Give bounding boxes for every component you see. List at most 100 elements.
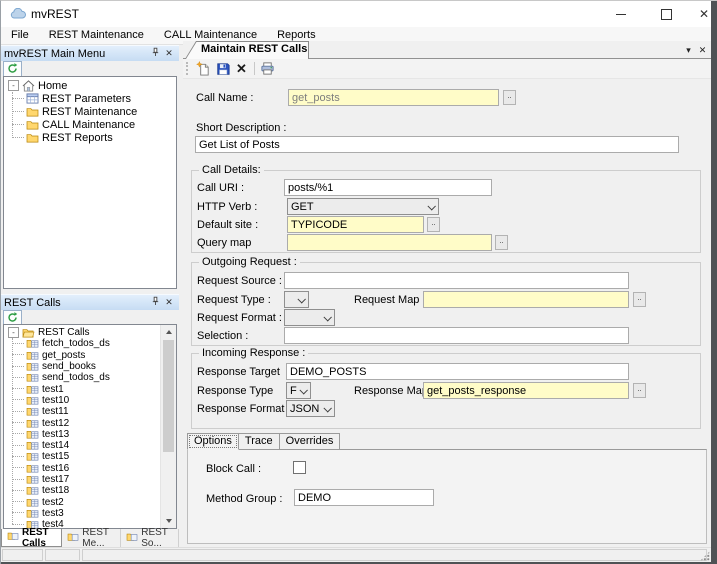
folder-grid-icon xyxy=(26,361,39,372)
request-source-input[interactable] xyxy=(284,272,629,289)
new-call-button[interactable] xyxy=(194,60,213,77)
tree-item-rest-call[interactable]: test13 xyxy=(4,429,176,440)
main-menu-panel-title: mvREST Main Menu xyxy=(4,48,148,60)
tree-item-rest-call[interactable]: test11 xyxy=(4,406,176,417)
http-verb-select[interactable]: GET xyxy=(287,198,439,215)
print-button[interactable] xyxy=(258,60,277,77)
tree-item-home[interactable]: - Home xyxy=(4,79,176,92)
main-menu-close-icon[interactable]: ✕ xyxy=(162,47,176,60)
tree-item-rest-call[interactable]: test2 xyxy=(4,496,176,507)
tab-list-dropdown-icon[interactable]: ▾ xyxy=(682,44,695,57)
status-cell xyxy=(2,549,43,561)
tree-item-rest-call[interactable]: test14 xyxy=(4,440,176,451)
tree-item-rest-call[interactable]: test18 xyxy=(4,485,176,496)
scrollbar-thumb[interactable] xyxy=(163,340,174,452)
delete-call-button[interactable]: ✕ xyxy=(232,60,251,77)
short-description-input[interactable] xyxy=(195,136,679,153)
menu-file[interactable]: File xyxy=(1,27,39,44)
menu-rest-maintenance[interactable]: REST Maintenance xyxy=(39,27,154,44)
default-site-browse-button[interactable]: .. xyxy=(427,217,440,232)
tree-item-label: test12 xyxy=(42,418,69,429)
tree-item-rest-call[interactable]: test1 xyxy=(4,383,176,394)
query-map-input[interactable] xyxy=(287,234,492,251)
dock-tab-rest-me[interactable]: REST Me... xyxy=(62,529,121,547)
save-call-button[interactable] xyxy=(213,60,232,77)
delete-icon: ✕ xyxy=(236,61,247,77)
tree-item-rest-call[interactable]: fetch_todos_ds xyxy=(4,338,176,349)
query-map-browse-button[interactable]: .. xyxy=(495,235,508,250)
request-map-browse-button[interactable]: .. xyxy=(633,292,646,307)
tree-item-label: test11 xyxy=(42,406,69,417)
tree-item-call-maintenance[interactable]: CALL Maintenance xyxy=(4,118,176,131)
status-bar xyxy=(1,547,711,563)
response-map-label: Response Map xyxy=(354,385,428,397)
rest-calls-close-icon[interactable]: ✕ xyxy=(162,296,176,309)
refresh-button[interactable] xyxy=(3,61,22,77)
pin-icon[interactable] xyxy=(148,296,162,309)
minimize-button[interactable] xyxy=(606,5,636,23)
call-details-title: Call Details: xyxy=(199,164,264,176)
pin-icon[interactable] xyxy=(148,47,162,60)
collapse-icon[interactable]: - xyxy=(8,327,19,338)
response-map-browse-button[interactable]: .. xyxy=(633,383,646,398)
response-target-label: Response Target xyxy=(197,366,280,378)
response-type-select[interactable]: F xyxy=(286,382,311,399)
request-format-select[interactable] xyxy=(284,309,335,326)
collapse-icon[interactable]: - xyxy=(8,80,19,91)
tree-item-rest-call[interactable]: send_todos_ds xyxy=(4,372,176,383)
response-target-input[interactable] xyxy=(286,363,629,380)
dock-tab-strip: REST Calls REST Me... REST So... xyxy=(1,529,179,547)
dock-tab-label: REST Me... xyxy=(82,527,115,549)
block-call-checkbox[interactable] xyxy=(293,461,306,474)
tree-item-label: send_books xyxy=(42,361,96,372)
http-verb-value: GET xyxy=(291,201,314,213)
tree-item-rest-reports[interactable]: REST Reports xyxy=(4,131,176,144)
tree-item-rest-call[interactable]: test12 xyxy=(4,417,176,428)
tree-item-rest-call[interactable]: test15 xyxy=(4,451,176,462)
tree-item-label: test3 xyxy=(42,508,64,519)
request-map-label: Request Map : xyxy=(354,294,426,306)
print-icon xyxy=(260,61,275,76)
folder-grid-icon xyxy=(26,384,39,395)
dock-tab-rest-calls[interactable]: REST Calls xyxy=(1,529,62,547)
tab-close-icon[interactable]: ✕ xyxy=(696,44,709,57)
call-name-input[interactable] xyxy=(288,89,499,106)
tree-item-rest-call[interactable]: test3 xyxy=(4,508,176,519)
tree-scrollbar[interactable] xyxy=(160,325,176,528)
tree-item-label: test10 xyxy=(42,395,69,406)
tree-item-rest-call[interactable]: test17 xyxy=(4,474,176,485)
default-site-input[interactable] xyxy=(287,216,424,233)
response-type-label: Response Type xyxy=(197,385,273,397)
tree-item-rest-call[interactable]: test10 xyxy=(4,395,176,406)
method-group-input[interactable] xyxy=(294,489,434,506)
tab-options[interactable]: Options xyxy=(187,433,239,450)
folder-icon xyxy=(26,119,39,130)
new-document-icon xyxy=(196,61,211,76)
selection-input[interactable] xyxy=(284,327,629,344)
tree-item-rest-call[interactable]: send_books xyxy=(4,361,176,372)
tree-root-rest-calls[interactable]: - REST Calls xyxy=(4,327,176,338)
folder-grid-icon xyxy=(26,474,39,485)
response-map-input[interactable] xyxy=(423,382,629,399)
scroll-down-icon[interactable] xyxy=(161,514,176,528)
tab-overrides[interactable]: Overrides xyxy=(280,433,341,450)
tab-maintain-rest-calls[interactable]: Maintain REST Calls xyxy=(185,41,309,59)
scroll-up-icon[interactable] xyxy=(161,325,176,339)
folder-grid-icon xyxy=(26,429,39,440)
tree-item-rest-call[interactable]: get_posts xyxy=(4,350,176,361)
call-name-browse-button[interactable]: .. xyxy=(503,90,516,105)
request-map-input[interactable] xyxy=(423,291,629,308)
tree-item-rest-parameters[interactable]: REST Parameters xyxy=(4,92,176,105)
call-uri-input[interactable] xyxy=(284,179,492,196)
maximize-button[interactable] xyxy=(651,5,681,23)
response-type-value: F xyxy=(290,385,297,397)
dock-tab-rest-so[interactable]: REST So... xyxy=(121,529,179,547)
chevron-down-icon xyxy=(427,202,435,210)
tree-item-rest-maintenance[interactable]: REST Maintenance xyxy=(4,105,176,118)
title-bar[interactable]: mvREST ✕ xyxy=(1,1,717,27)
response-format-select[interactable]: JSON xyxy=(286,400,335,417)
tree-item-rest-call[interactable]: test16 xyxy=(4,463,176,474)
request-type-select[interactable] xyxy=(284,291,309,308)
folder-grid-icon xyxy=(126,532,138,545)
tab-trace[interactable]: Trace xyxy=(239,433,280,450)
